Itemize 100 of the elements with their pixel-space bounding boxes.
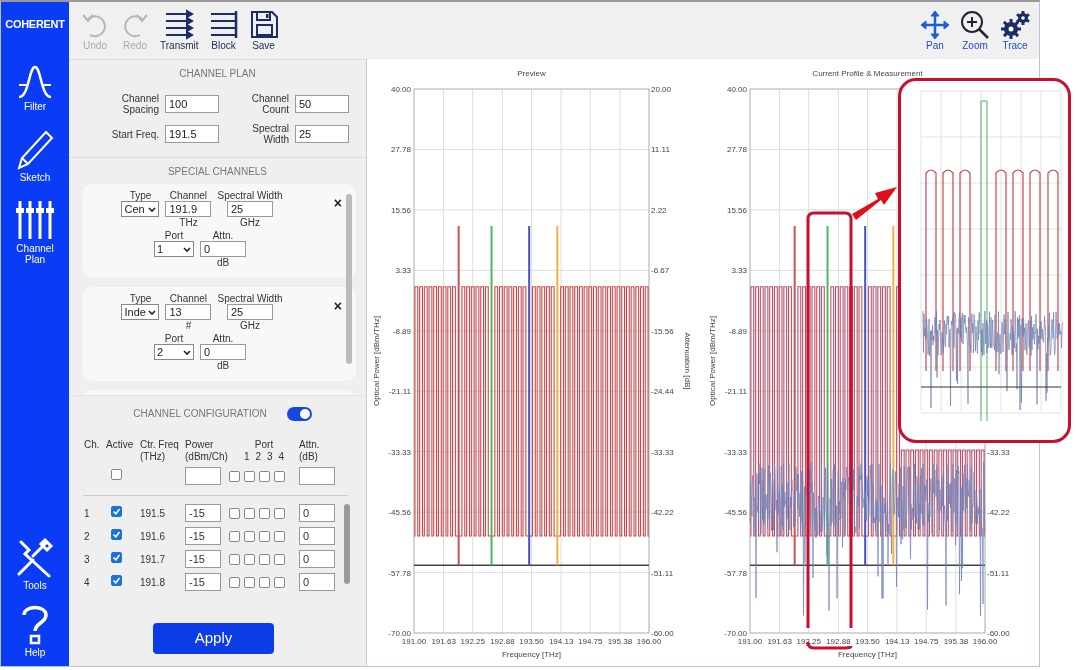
tick-label: -8.89: [728, 326, 747, 336]
table-cell-text: 191.7: [140, 552, 167, 567]
text-field[interactable]: 0: [299, 573, 335, 591]
lines-arrows-icon: [164, 9, 195, 40]
text-field[interactable]: 50: [295, 95, 349, 113]
checkbox[interactable]: [274, 470, 285, 482]
column-header: 1: [243, 451, 250, 463]
tick-label: -45.56: [724, 508, 747, 518]
text-field[interactable]: 0: [299, 504, 335, 522]
checkbox[interactable]: [229, 507, 240, 519]
sidebar-item[interactable]: Tools: [10, 538, 60, 591]
save-button[interactable]: Save: [245, 9, 282, 52]
toggle-switch[interactable]: [286, 406, 312, 421]
table-cell-text: 2: [84, 529, 91, 544]
tick-label: 192.88: [490, 637, 515, 646]
unit-label: GHz: [240, 217, 260, 228]
checkbox[interactable]: [259, 470, 270, 482]
sidebar-item[interactable]: Filter: [10, 62, 60, 112]
pan-button[interactable]: Pan: [917, 9, 953, 52]
checkbox[interactable]: [259, 553, 270, 565]
scrollbar-thumb[interactable]: [346, 194, 352, 364]
apply-button[interactable]: Apply: [153, 623, 274, 654]
checkbox[interactable]: [111, 574, 122, 586]
scrollbar-thumb[interactable]: [344, 504, 350, 584]
tick-label: 195.38: [607, 637, 633, 646]
checkbox[interactable]: [274, 576, 285, 588]
move-arrows-icon: [920, 9, 950, 40]
tick-label: 15.56: [390, 205, 411, 215]
dropdown[interactable]: Cen: [121, 201, 160, 217]
checkbox[interactable]: [259, 530, 270, 542]
transmit-button[interactable]: Transmit: [157, 9, 202, 52]
text-field[interactable]: -15: [185, 550, 221, 568]
tick-label: 27.78: [390, 145, 411, 155]
section-title: SPECIAL CHANNELS: [166, 165, 269, 179]
text-field[interactable]: 0: [200, 344, 246, 360]
tick-label: -33.33: [987, 447, 1010, 457]
text-field[interactable]: 0: [200, 241, 246, 257]
text-field[interactable]: 25: [227, 304, 273, 320]
close-button[interactable]: ×: [333, 299, 342, 313]
checkbox[interactable]: [244, 553, 255, 565]
checkbox[interactable]: [111, 468, 122, 480]
text-field[interactable]: 0: [299, 550, 335, 568]
text-field[interactable]: -15: [185, 504, 221, 522]
text-field[interactable]: 25: [227, 201, 273, 217]
checkbox[interactable]: [229, 576, 240, 588]
dropdown[interactable]: 1: [154, 241, 194, 257]
field-label: Channel: [169, 190, 208, 201]
tick-label: -8.89: [392, 326, 411, 336]
checkbox[interactable]: [274, 507, 285, 519]
text-field[interactable]: 0: [299, 527, 335, 545]
checkbox[interactable]: [244, 507, 255, 519]
chart-title: Current Profile & Measurement: [812, 69, 923, 78]
zoom-button[interactable]: Zoom: [957, 9, 993, 52]
text-field[interactable]: [185, 467, 221, 485]
tick-label: -21.11: [724, 387, 747, 397]
checkbox[interactable]: [274, 553, 285, 565]
tick-label: 15.56: [726, 205, 747, 215]
checkbox[interactable]: [274, 530, 285, 542]
unit-label: dB: [216, 360, 230, 371]
text-field[interactable]: 13: [165, 304, 212, 320]
checkbox[interactable]: [259, 576, 270, 588]
checkbox[interactable]: [111, 505, 122, 517]
tick-label: 27.78: [726, 145, 747, 155]
column-header: Ctr. Freq (THz): [140, 439, 180, 463]
sidebar-item[interactable]: Sketch: [10, 129, 60, 183]
checkbox[interactable]: [111, 551, 122, 563]
tick-label: -70.00: [388, 629, 411, 638]
tick-label: 192.88: [826, 637, 851, 646]
tick-label: 11.11: [651, 145, 670, 155]
tick-label: 192.25: [796, 637, 821, 646]
tick-label: 193.50: [519, 637, 544, 646]
checkbox[interactable]: [244, 576, 255, 588]
checkbox[interactable]: [229, 553, 240, 565]
text-field[interactable]: 191.5: [165, 125, 219, 143]
checkbox[interactable]: [244, 530, 255, 542]
checkbox[interactable]: [259, 507, 270, 519]
dropdown[interactable]: Inde: [121, 304, 160, 320]
close-button[interactable]: ×: [333, 196, 342, 210]
table-cell-text: 191.8: [140, 575, 167, 590]
sidebar-item[interactable]: Help: [10, 603, 60, 658]
checkbox[interactable]: [229, 530, 240, 542]
tick-label: 194.13: [884, 637, 910, 646]
dropdown[interactable]: 2: [154, 344, 194, 360]
text-field[interactable]: [299, 467, 335, 485]
text-field[interactable]: 25: [295, 125, 349, 143]
checkbox[interactable]: [244, 470, 255, 482]
text-field[interactable]: 191.9: [165, 201, 212, 217]
block-button[interactable]: Block: [205, 9, 242, 52]
checkbox[interactable]: [229, 470, 240, 482]
checkbox[interactable]: [111, 528, 122, 540]
save-icon: [248, 9, 279, 40]
text-field[interactable]: -15: [185, 573, 221, 591]
text-field[interactable]: -15: [185, 527, 221, 545]
tick-label: 196.00: [636, 637, 662, 646]
trace-button[interactable]: Trace: [997, 9, 1033, 52]
column-header: Attn. (dB): [299, 439, 321, 463]
field-label: Port: [164, 230, 184, 241]
text-field[interactable]: 100: [165, 95, 219, 113]
axis-title: Attenuation [dB]: [683, 332, 692, 390]
sidebar-item[interactable]: Channel Plan: [10, 198, 60, 265]
